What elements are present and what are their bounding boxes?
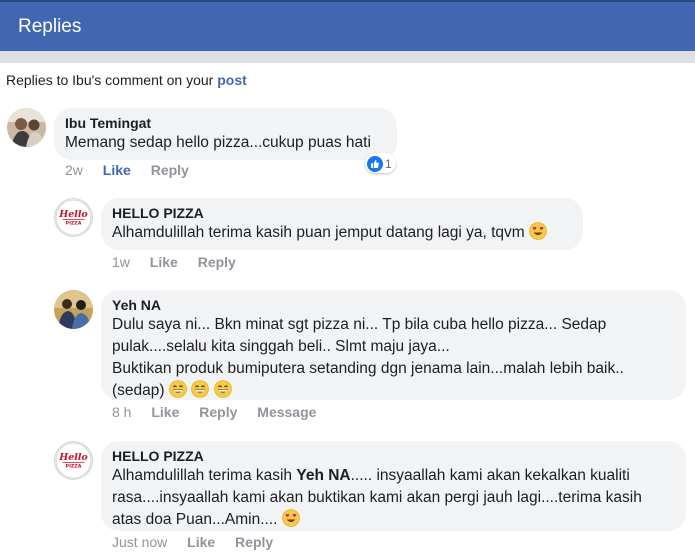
svg-text:Hello: Hello [58, 452, 87, 463]
replies-context-line: Replies to Ibu's comment on your post [6, 72, 247, 88]
reply-button[interactable]: Reply [199, 404, 237, 420]
like-button[interactable]: Like [103, 162, 131, 178]
like-button[interactable]: Like [187, 534, 215, 550]
svg-text:PIZZA: PIZZA [66, 464, 82, 470]
comment-time: Just now [112, 534, 168, 550]
comment-time: 8 h [112, 404, 132, 420]
comment-bubble: Ibu Temingat Memang sedap hello pizza...… [54, 108, 397, 160]
comment-text: Memang sedap hello pizza...cukup puas ha… [65, 134, 371, 151]
comment-text: Alhamdulillah terima kasih Yeh NA..... i… [112, 465, 675, 531]
avatar-hello-pizza[interactable]: Hello PIZZA [54, 198, 93, 237]
header-divider [0, 51, 695, 63]
like-button[interactable]: Like [150, 254, 178, 270]
mention-link[interactable]: Yeh NA [296, 467, 350, 484]
comment-line: atas doa Puan...Amin.... [112, 511, 278, 528]
comment-actions: 2w Like Reply [65, 162, 205, 178]
comment-line: ..... insyaallah kami akan kekalkan kual… [350, 467, 630, 484]
context-text: Replies to Ibu's comment on your [6, 72, 218, 88]
svg-text:Hello: Hello [58, 209, 87, 220]
comment-text: Dulu saya ni... Bkn minat sgt pizza ni..… [112, 314, 675, 402]
reply-button[interactable]: Reply [235, 534, 273, 550]
heart-eyes-emoji [281, 509, 300, 527]
comment-line: rasa....insyaallah kami akan buktikan ka… [112, 489, 642, 506]
avatar-hello-pizza[interactable]: Hello PIZZA [54, 441, 93, 480]
comment-actions: Just now Like Reply [112, 534, 289, 550]
avatar-yeh-na[interactable] [54, 290, 93, 329]
heart-eyes-emoji [529, 222, 547, 240]
comment-line: Alhamdulillah terima kasih [112, 467, 297, 484]
hello-pizza-logo: Hello PIZZA [54, 441, 93, 480]
message-button[interactable]: Message [257, 404, 316, 420]
page-title: Replies [18, 16, 82, 37]
reply-button[interactable]: Reply [198, 254, 236, 270]
reaction-count-badge[interactable]: 1 [365, 153, 396, 173]
grinning-emoji [191, 380, 209, 398]
comment-bubble: HELLO PIZZA Alhamdulillah terima kasih Y… [101, 441, 686, 531]
comment-time: 2w [65, 162, 83, 178]
hello-pizza-logo: Hello PIZZA [54, 198, 93, 237]
comment-bubble: Yeh NA Dulu saya ni... Bkn minat sgt piz… [101, 290, 686, 400]
like-button[interactable]: Like [151, 404, 179, 420]
comment-line: pulak....selalu kita singgah beli.. Slmt… [112, 338, 450, 355]
comment-actions: 1w Like Reply [112, 254, 252, 270]
comment-time: 1w [112, 254, 130, 270]
grinning-emoji [169, 380, 187, 398]
comment-line: (sedap) [112, 382, 165, 399]
comment-line: Dulu saya ni... Bkn minat sgt pizza ni..… [112, 316, 607, 333]
comment-bubble: HELLO PIZZA Alhamdulillah terima kasih p… [101, 198, 583, 250]
comment-actions: 8 h Like Reply Message [112, 404, 332, 420]
comment-author[interactable]: Yeh NA [112, 297, 675, 313]
grinning-emoji [213, 380, 232, 398]
reply-button[interactable]: Reply [151, 162, 189, 178]
comment-author[interactable]: HELLO PIZZA [112, 205, 572, 221]
comment-line: Buktikan produk bumiputera setanding dgn… [112, 360, 624, 377]
comment-author[interactable]: HELLO PIZZA [112, 448, 675, 464]
comment-author[interactable]: Ibu Temingat [65, 115, 386, 131]
post-link[interactable]: post [217, 72, 247, 88]
avatar-ibu-temingat[interactable] [7, 108, 46, 147]
svg-text:PIZZA: PIZZA [66, 221, 82, 227]
thumbs-up-icon [367, 155, 383, 172]
top-bar: Replies [0, 0, 695, 51]
comment-text: Alhamdulillah terima kasih puan jemput d… [112, 224, 525, 241]
reaction-count: 1 [385, 156, 392, 171]
